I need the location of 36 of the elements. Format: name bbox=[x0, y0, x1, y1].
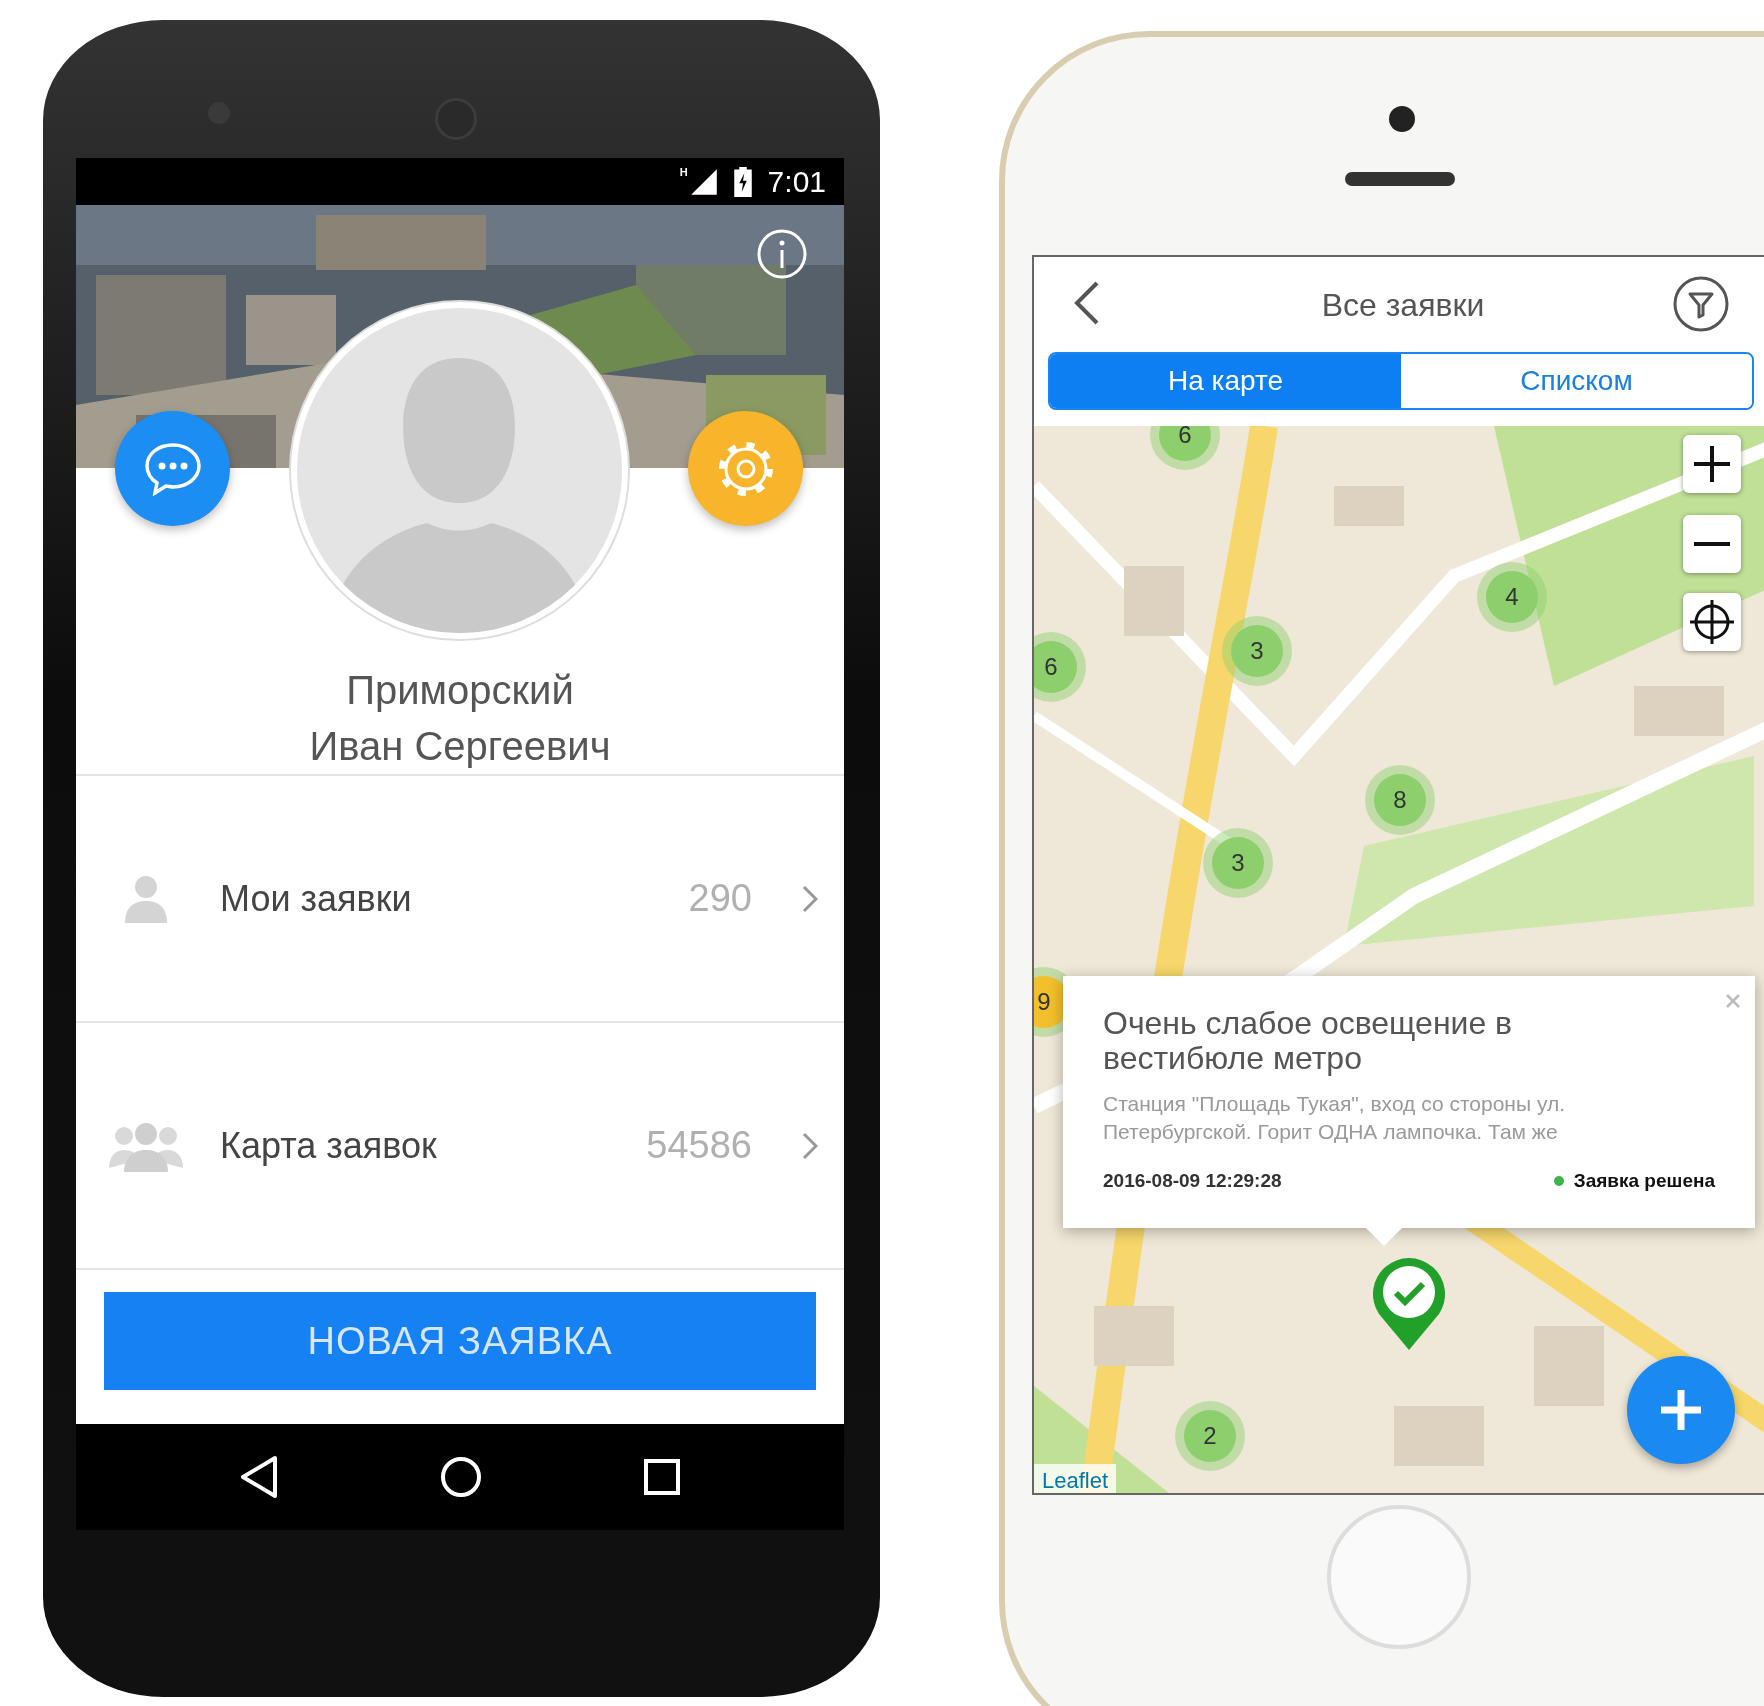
zoom-in-button[interactable] bbox=[1683, 435, 1741, 493]
battery-icon bbox=[733, 166, 752, 197]
filter-button[interactable] bbox=[1672, 275, 1730, 333]
crosshair-icon bbox=[1688, 598, 1736, 646]
request-status: Заявка решена bbox=[1573, 1168, 1715, 1193]
profile-name: Приморский bbox=[345, 667, 575, 714]
zoom-out-button[interactable] bbox=[1683, 515, 1741, 573]
locate-button[interactable] bbox=[1683, 593, 1741, 651]
close-icon bbox=[1725, 992, 1741, 1009]
recents-icon[interactable] bbox=[643, 1458, 681, 1496]
camera-lens bbox=[1389, 106, 1415, 132]
network-type: H bbox=[679, 165, 688, 180]
view-tab[interactable]: На карте bbox=[1050, 354, 1401, 408]
home-icon[interactable] bbox=[439, 1455, 483, 1499]
profile-name: Иван Сергеевич bbox=[308, 723, 612, 770]
request-title: Очень слабое освещение в вестибюле метро bbox=[1103, 1006, 1514, 1077]
screen-title: Все заявки bbox=[1321, 285, 1485, 325]
back-button[interactable] bbox=[1074, 281, 1100, 325]
map-attribution[interactable]: Leaflet bbox=[1034, 1464, 1117, 1493]
chevron-icon bbox=[802, 884, 818, 913]
info-icon[interactable] bbox=[756, 228, 808, 280]
status-time: 7:01 bbox=[767, 166, 826, 197]
settings-icon bbox=[716, 439, 775, 498]
back-icon bbox=[1074, 281, 1100, 325]
menu-item[interactable]: Карта заявок 54586 bbox=[76, 1021, 844, 1268]
request-date: 2016-08-09 12:29:28 bbox=[1103, 1168, 1282, 1193]
check-pin-icon[interactable] bbox=[1371, 1256, 1447, 1352]
back-icon[interactable] bbox=[239, 1455, 279, 1499]
request-description: Станция "Площадь Тукая", вход со стороны ул. Петербургской. Горит ОДНА лампочка. Там же bbox=[1103, 1091, 1566, 1145]
minus-icon bbox=[1692, 542, 1732, 546]
filter-icon bbox=[1672, 275, 1730, 333]
chevron-icon bbox=[802, 1131, 818, 1160]
menu-item[interactable]: Мои заявки 290 bbox=[76, 774, 844, 1021]
plus-icon bbox=[1692, 444, 1732, 484]
signal-icon bbox=[689, 167, 718, 196]
chat-icon bbox=[143, 441, 202, 496]
